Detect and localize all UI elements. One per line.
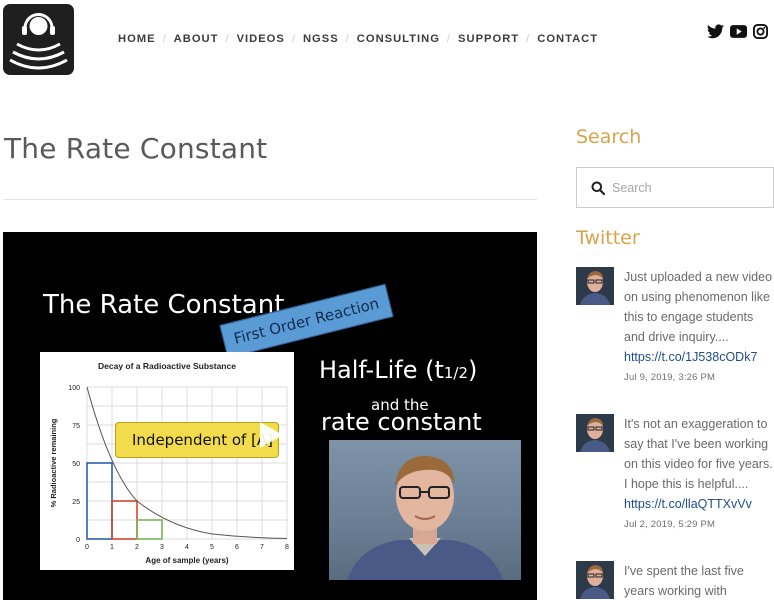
video-decay-chart: Decay of a Radioactive Substance 100 75 … xyxy=(40,352,294,570)
nav-contact[interactable]: CONTACT xyxy=(537,33,598,45)
chart-xlabel: Age of sample (years) xyxy=(145,556,228,565)
x-tick: 2 xyxy=(135,544,139,551)
main-nav: HOME / ABOUT / VIDEOS / NGSS / CONSULTIN… xyxy=(118,33,598,45)
video-callout: Independent of [A] xyxy=(115,422,279,458)
x-tick: 0 xyxy=(85,544,89,551)
y-tick: 75 xyxy=(72,423,80,430)
y-tick: 100 xyxy=(68,385,80,392)
youtube-icon[interactable] xyxy=(730,25,747,38)
nav-separator: / xyxy=(291,33,296,45)
nav-consulting[interactable]: CONSULTING xyxy=(357,33,440,45)
y-tick: 50 xyxy=(72,461,80,468)
y-tick: 25 xyxy=(72,499,80,506)
video-title-text: The Rate Constant xyxy=(43,290,285,320)
avatar[interactable] xyxy=(576,267,614,305)
chart-title: Decay of a Radioactive Substance xyxy=(98,361,236,371)
x-tick: 5 xyxy=(210,544,214,551)
nav-videos[interactable]: VIDEOS xyxy=(237,33,285,45)
nav-home[interactable]: HOME xyxy=(118,33,156,45)
instagram-icon[interactable] xyxy=(753,24,768,39)
twitter-icon[interactable] xyxy=(707,24,724,39)
nav-about[interactable]: ABOUT xyxy=(174,33,219,45)
nav-ngss[interactable]: NGSS xyxy=(303,33,339,45)
site-logo[interactable] xyxy=(3,4,74,75)
video-rate-constant-text: rate constant xyxy=(321,408,482,436)
x-tick: 6 xyxy=(235,544,239,551)
search-heading: Search xyxy=(576,126,642,148)
x-tick: 8 xyxy=(285,544,289,551)
tweet-link[interactable]: https://t.co/llaQTTXvVv xyxy=(624,494,774,514)
nav-separator: / xyxy=(345,33,350,45)
social-links xyxy=(707,24,768,39)
nav-separator: / xyxy=(446,33,452,45)
nav-separator: / xyxy=(162,33,167,45)
nav-separator: / xyxy=(526,33,531,45)
tweet-text: I've spent the last five years working w… xyxy=(624,564,744,598)
x-tick: 7 xyxy=(260,544,264,551)
avatar[interactable] xyxy=(576,561,614,599)
chart-ylabel: % Radioactive remaining xyxy=(49,418,58,507)
headphones-sound-waves-icon xyxy=(9,13,68,70)
avatar[interactable] xyxy=(576,414,614,452)
tweet-date[interactable]: Jul 9, 2019, 3:26 PM xyxy=(624,372,774,383)
presenter-video-inset xyxy=(329,440,521,580)
tweet-text: Just uploaded a new video on using pheno… xyxy=(624,270,773,344)
search-icon xyxy=(591,181,605,195)
tweet-text: It's not an exaggeration to say that I'v… xyxy=(624,417,773,491)
x-tick: 3 xyxy=(160,544,164,551)
video-player[interactable]: The Rate Constant First Order Reaction H… xyxy=(3,232,537,600)
title-divider xyxy=(4,199,537,200)
video-half-life-text: Half-Life (t1/2) xyxy=(319,356,478,384)
search-input[interactable] xyxy=(612,178,762,198)
x-tick: 4 xyxy=(185,544,189,551)
twitter-heading: Twitter xyxy=(576,227,640,249)
y-tick: 0 xyxy=(76,537,80,544)
page-title: The Rate Constant xyxy=(4,132,268,165)
tweet-date[interactable]: Jul 2, 2019, 5:29 PM xyxy=(624,519,774,530)
nav-support[interactable]: SUPPORT xyxy=(458,33,519,45)
play-icon[interactable] xyxy=(257,420,285,450)
tweet-link[interactable]: https://t.co/1J538cODk7 xyxy=(624,347,774,367)
nav-separator: / xyxy=(225,33,230,45)
search-box[interactable] xyxy=(576,167,774,208)
x-tick: 1 xyxy=(110,544,114,551)
